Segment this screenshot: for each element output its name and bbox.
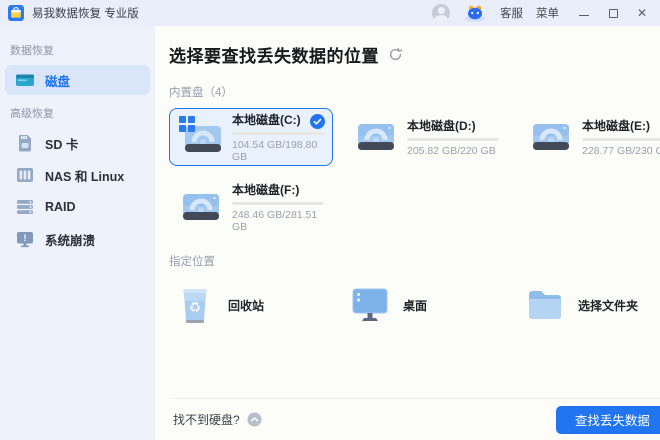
folder-icon bbox=[525, 284, 565, 326]
disk-card-c[interactable]: 本地磁盘(C:) 104.54 GB/198.80 GB bbox=[169, 108, 333, 166]
disk-usage-bar bbox=[232, 132, 324, 135]
close-button[interactable]: ✕ bbox=[636, 7, 648, 19]
menu-link[interactable]: 菜单 bbox=[536, 5, 559, 21]
check-badge-icon bbox=[310, 114, 325, 129]
sidebar-item-sd-card[interactable]: SD 卡 bbox=[5, 128, 150, 158]
close-icon: ✕ bbox=[637, 7, 647, 19]
desktop-icon bbox=[350, 284, 390, 326]
maximize-button[interactable] bbox=[607, 7, 619, 19]
scan-button[interactable]: 查找丢失数据 › bbox=[556, 406, 660, 434]
app-logo-icon bbox=[8, 5, 24, 21]
location-item-recycle-bin[interactable]: ♻ 回收站 bbox=[169, 281, 333, 329]
sidebar-item-label: 系统崩溃 bbox=[45, 230, 95, 249]
sidebar-section: 数据恢复 磁盘 bbox=[0, 34, 155, 95]
mascot-icon[interactable] bbox=[463, 4, 487, 22]
location-item-choose-folder[interactable]: 选择文件夹 bbox=[519, 281, 660, 329]
maximize-icon bbox=[609, 9, 618, 18]
chevron-up-circle-icon bbox=[247, 412, 262, 427]
sidebar-item-list: 磁盘 bbox=[0, 65, 155, 95]
disk-info: 本地磁盘(E:) 228.77 GB/230 GB bbox=[582, 117, 660, 157]
sidebar-item-list: SD 卡 NAS 和 Linux RAID ! 系统崩溃 bbox=[0, 128, 155, 254]
minimize-button[interactable] bbox=[578, 7, 590, 19]
nas-icon bbox=[15, 165, 35, 185]
sidebar-section: 高级恢复 SD 卡 NAS 和 Linux RAID ! 系统崩溃 bbox=[0, 97, 155, 254]
disk-card-f[interactable]: 本地磁盘(F:) 248.46 GB/281.51 GB bbox=[169, 178, 333, 236]
location-label: 选择文件夹 bbox=[578, 297, 638, 314]
location-label: 桌面 bbox=[403, 297, 427, 314]
sidebar: 数据恢复 磁盘 高级恢复 SD 卡 NAS 和 Linux RAID ! 系统崩… bbox=[0, 26, 155, 440]
sidebar-item-label: 磁盘 bbox=[45, 71, 70, 90]
recycle-bin-icon: ♻ bbox=[175, 284, 215, 326]
sidebar-item-disk[interactable]: 磁盘 bbox=[5, 65, 150, 95]
disk-usage-bar bbox=[407, 138, 499, 141]
disk-name: 本地磁盘(F:) bbox=[232, 181, 324, 198]
main-panel: 选择要查找丢失数据的位置 内置盘（4） 本地磁盘(C:) 104.54 GB/1… bbox=[155, 26, 660, 440]
disk-info: 本地磁盘(F:) 248.46 GB/281.51 GB bbox=[232, 181, 324, 233]
disk-card-d[interactable]: 本地磁盘(D:) 205.82 GB/220 GB bbox=[344, 108, 508, 166]
raid-icon bbox=[15, 197, 35, 217]
sidebar-item-label: NAS 和 Linux bbox=[45, 166, 124, 185]
location-grid: ♻ 回收站 桌面 选择文件夹 bbox=[169, 281, 660, 329]
app-title: 易我数据恢复 专业版 bbox=[32, 5, 139, 21]
cant-find-disk-label: 找不到硬盘? bbox=[173, 411, 240, 428]
sidebar-item-label: RAID bbox=[45, 200, 76, 214]
minimize-icon bbox=[579, 15, 589, 16]
user-avatar[interactable] bbox=[432, 4, 450, 22]
refresh-icon[interactable] bbox=[388, 47, 403, 62]
locations-label: 指定位置 bbox=[169, 253, 660, 269]
sidebar-item-label: SD 卡 bbox=[45, 134, 78, 153]
drive-icon bbox=[178, 185, 224, 229]
svg-text:♻: ♻ bbox=[189, 299, 202, 315]
sidebar-section-label: 高级恢复 bbox=[0, 97, 155, 128]
disk-name: 本地磁盘(D:) bbox=[407, 117, 499, 134]
sd-card-icon bbox=[15, 133, 35, 153]
sidebar-item-raid[interactable]: RAID bbox=[5, 192, 150, 222]
disk-capacity: 104.54 GB/198.80 GB bbox=[232, 139, 324, 163]
internal-disks-label: 内置盘（4） bbox=[169, 84, 660, 100]
location-item-desktop[interactable]: 桌面 bbox=[344, 281, 508, 329]
drive-windows-icon bbox=[178, 115, 224, 159]
scan-button-label: 查找丢失数据 bbox=[575, 410, 650, 429]
page-title: 选择要查找丢失数据的位置 bbox=[169, 42, 379, 67]
disk-usage-bar bbox=[582, 138, 660, 141]
disk-icon bbox=[15, 70, 35, 90]
drive-icon bbox=[528, 115, 574, 159]
drive-icon bbox=[353, 115, 399, 159]
sidebar-section-label: 数据恢复 bbox=[0, 34, 155, 65]
sidebar-item-system-crash[interactable]: ! 系统崩溃 bbox=[5, 224, 150, 254]
titlebar: 易我数据恢复 专业版 客服 菜单 ✕ bbox=[0, 0, 660, 26]
disk-capacity: 248.46 GB/281.51 GB bbox=[232, 209, 324, 233]
disk-name: 本地磁盘(E:) bbox=[582, 117, 660, 134]
disk-capacity: 228.77 GB/230 GB bbox=[582, 145, 660, 157]
crash-icon: ! bbox=[15, 229, 35, 249]
disk-grid: 本地磁盘(C:) 104.54 GB/198.80 GB 本地磁盘(D:) 20… bbox=[169, 108, 660, 236]
disk-usage-bar bbox=[232, 202, 324, 205]
disk-card-e[interactable]: 本地磁盘(E:) 228.77 GB/230 GB bbox=[519, 108, 660, 166]
footer-bar: 找不到硬盘? 查找丢失数据 › bbox=[169, 398, 660, 440]
cant-find-disk-link[interactable]: 找不到硬盘? bbox=[173, 411, 262, 428]
disk-info: 本地磁盘(D:) 205.82 GB/220 GB bbox=[407, 117, 499, 157]
svg-text:!: ! bbox=[24, 233, 27, 243]
location-label: 回收站 bbox=[228, 297, 264, 314]
sidebar-item-nas-linux[interactable]: NAS 和 Linux bbox=[5, 160, 150, 190]
disk-capacity: 205.82 GB/220 GB bbox=[407, 145, 499, 157]
support-link[interactable]: 客服 bbox=[500, 5, 523, 21]
